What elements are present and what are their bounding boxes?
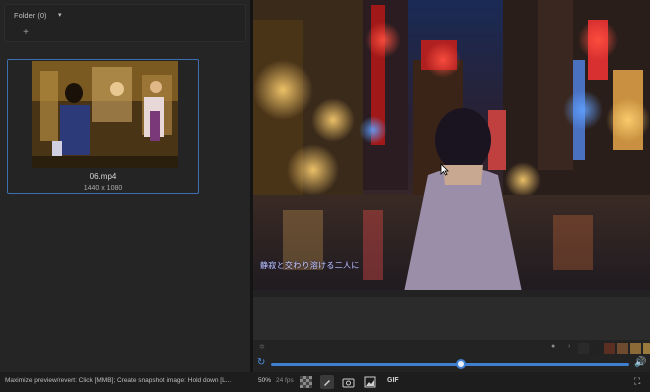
chevron-down-icon[interactable]: ▾ [58,11,62,19]
video-subtitle: 静寂と交わり溶ける二人に [260,261,360,270]
color-swatch[interactable] [643,343,650,354]
checkerboard-icon[interactable] [300,375,314,389]
folder-dropdown[interactable]: Folder (0) [14,11,47,20]
eyedropper-tool-icon[interactable] [320,375,334,389]
media-filename: 06.mp4 [89,172,117,181]
palette-icon[interactable]: ✲ [259,343,265,351]
add-folder-button[interactable]: + [19,26,33,40]
chevron-right-icon[interactable]: › [568,343,570,350]
color-swatch[interactable] [630,343,641,354]
color-palette-bar: ✲ ● › [253,340,650,356]
color-swatch[interactable] [617,343,628,354]
color-swatch[interactable] [604,343,615,354]
color-swatch[interactable] [591,343,602,354]
status-bar: Maximize preview/revert: Click [MMB]; Cr… [0,372,650,392]
status-hint: Maximize preview/revert: Click [MMB]; Cr… [5,377,232,384]
timeline-bar: ↻ 🔊 [253,356,650,372]
volume-icon[interactable]: 🔊 [634,357,646,368]
video-thumbnail [32,61,178,168]
timeline-track[interactable] [271,363,629,366]
gif-export-button[interactable]: GIF [387,377,399,384]
media-library-panel: Folder (0) ▾ + 06.mp4 1440 x 1080 [0,0,250,372]
fullscreen-icon[interactable]: ⛶ [634,376,640,387]
frame-rate: 24 fps [276,377,294,384]
mouse-cursor-icon [440,163,449,181]
timeline-playhead[interactable] [455,359,466,369]
snapshot-icon[interactable] [342,375,356,389]
loop-icon[interactable]: ↻ [257,357,265,368]
preview-empty-area [253,297,650,340]
image-export-icon[interactable] [364,375,378,389]
eyedropper-icon[interactable]: ● [551,343,555,350]
folder-toolbar: Folder (0) ▾ + [4,4,246,42]
media-resolution: 1440 x 1080 [83,185,123,192]
video-preview[interactable] [253,0,650,297]
color-swatch[interactable] [578,343,589,354]
zoom-level[interactable]: 50% [258,377,271,384]
media-item[interactable]: 06.mp4 1440 x 1080 [7,59,199,194]
